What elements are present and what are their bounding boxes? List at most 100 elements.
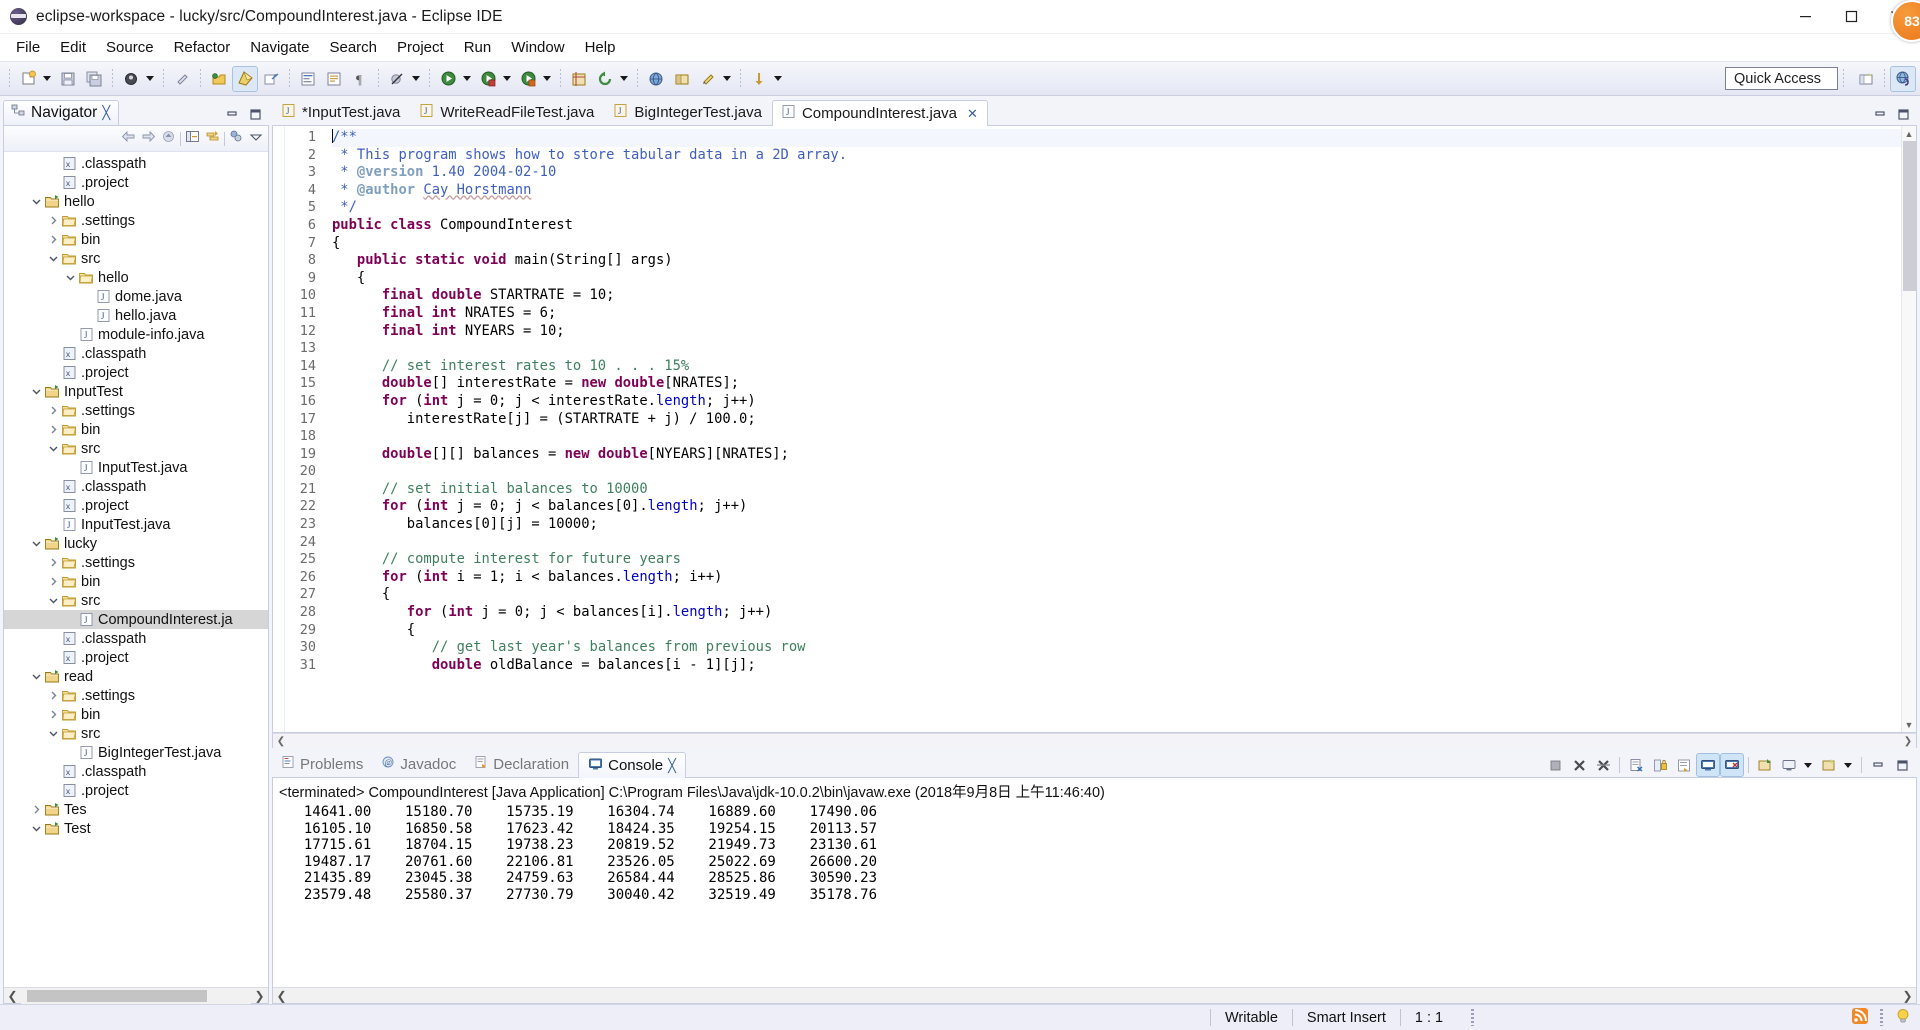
save-all-icon[interactable] xyxy=(82,67,106,91)
tree-item[interactable]: .settings xyxy=(4,686,268,705)
code-line[interactable]: for (int i = 1; i < balances.length; i++… xyxy=(332,569,1901,587)
minimize-button[interactable] xyxy=(1782,0,1828,34)
code-line[interactable]: for (int j = 0; j < balances[i].length; … xyxy=(332,604,1901,622)
tree-item[interactable]: .settings xyxy=(4,211,268,230)
pin-editor-icon[interactable] xyxy=(696,67,720,91)
code-line[interactable]: */ xyxy=(332,199,1901,217)
filters-icon[interactable] xyxy=(228,129,245,148)
code-line[interactable]: double oldBalance = balances[i - 1][j]; xyxy=(332,657,1901,675)
chevron-right-icon[interactable] xyxy=(46,211,60,230)
chevron-right-icon[interactable] xyxy=(46,230,60,249)
code-line[interactable]: * This program shows how to store tabula… xyxy=(332,147,1901,165)
code-line[interactable]: for (int j = 0; j < balances[0].length; … xyxy=(332,498,1901,516)
pin-editor-dropdown[interactable] xyxy=(721,67,733,91)
chevron-right-icon[interactable] xyxy=(46,553,60,572)
code-line[interactable]: interestRate[j] = (STARTRATE + j) / 100.… xyxy=(332,411,1901,429)
tab-console[interactable]: Console ╳ xyxy=(578,752,686,778)
menu-project[interactable]: Project xyxy=(387,35,454,61)
remove-launch-icon[interactable] xyxy=(1568,754,1590,776)
new-java-class-icon[interactable] xyxy=(232,65,258,92)
java-perspective-icon[interactable] xyxy=(644,67,668,91)
tree-item[interactable]: hello xyxy=(4,192,268,211)
code-line[interactable]: /** xyxy=(332,129,1901,147)
console-output[interactable]: 14641.00 15180.70 15735.19 16304.74 1688… xyxy=(273,804,1916,987)
external-tools-icon[interactable] xyxy=(259,67,283,91)
code-line[interactable]: public class CompoundInterest xyxy=(332,217,1901,235)
code-line[interactable]: for (int j = 0; j < interestRate.length;… xyxy=(332,393,1901,411)
tree-item[interactable]: bin xyxy=(4,705,268,724)
menu-navigate[interactable]: Navigate xyxy=(240,35,319,61)
tree-item[interactable]: bin xyxy=(4,230,268,249)
editor-tab[interactable]: J BigIntegerTest.java xyxy=(604,99,772,125)
chevron-down-icon[interactable] xyxy=(46,591,60,610)
scroll-left-icon[interactable]: ❮ xyxy=(273,734,289,749)
refresh-dropdown[interactable] xyxy=(618,67,630,91)
remove-all-terminated-icon[interactable] xyxy=(1592,754,1614,776)
chevron-down-icon[interactable] xyxy=(29,382,43,401)
tab-navigator[interactable]: Navigator ╳ xyxy=(3,100,120,125)
code-line[interactable]: // compute interest for future years xyxy=(332,551,1901,569)
forward-icon[interactable] xyxy=(140,129,157,148)
editor-tab[interactable]: J *InputTest.java xyxy=(272,99,410,125)
tree-item[interactable]: x .project xyxy=(4,363,268,382)
print-icon[interactable] xyxy=(170,67,194,91)
code-line[interactable]: { xyxy=(332,270,1901,288)
tree-item[interactable]: hello xyxy=(4,268,268,287)
view-menu-icon[interactable] xyxy=(248,129,264,148)
chevron-right-icon[interactable] xyxy=(46,705,60,724)
chevron-down-icon[interactable] xyxy=(1802,753,1814,777)
tree-item[interactable]: Jmodule-info.java xyxy=(4,325,268,344)
code-line[interactable]: double[][] balances = new double[NYEARS]… xyxy=(332,446,1901,464)
menu-source[interactable]: Source xyxy=(96,35,164,61)
coverage-icon[interactable] xyxy=(516,67,540,91)
menu-edit[interactable]: Edit xyxy=(50,35,96,61)
open-perspective-icon[interactable] xyxy=(670,67,694,91)
tree-item[interactable]: Jhello.java xyxy=(4,306,268,325)
show-console-on-output-icon[interactable] xyxy=(1696,753,1720,777)
code-line[interactable]: // get last year's balances from previou… xyxy=(332,639,1901,657)
tree-item[interactable]: J InputTest.java xyxy=(4,515,268,534)
code-text-area[interactable]: /** * This program shows how to store ta… xyxy=(332,126,1901,732)
tree-item[interactable]: src xyxy=(4,249,268,268)
menu-run[interactable]: Run xyxy=(454,35,502,61)
scroll-right-icon[interactable]: ❯ xyxy=(251,988,268,1004)
code-line[interactable]: { xyxy=(332,235,1901,253)
code-line[interactable]: * @author Cay Horstmann xyxy=(332,182,1901,200)
chevron-down-icon[interactable] xyxy=(46,249,60,268)
editor-vertical-scrollbar[interactable]: ▲ ▼ xyxy=(1901,126,1916,732)
close-icon[interactable]: ✕ xyxy=(967,106,978,122)
search-icon[interactable] xyxy=(322,67,346,91)
new-wizard-dropdown[interactable] xyxy=(41,67,53,91)
previous-annotation-dropdown[interactable] xyxy=(772,67,784,91)
menu-refactor[interactable]: Refactor xyxy=(164,35,241,61)
scroll-lock-icon[interactable] xyxy=(1649,754,1671,776)
debug-run-dropdown[interactable] xyxy=(501,67,513,91)
tree-item[interactable]: src xyxy=(4,591,268,610)
chevron-down-icon[interactable] xyxy=(1842,753,1854,777)
skip-breakpoints-icon[interactable] xyxy=(385,67,409,91)
save-icon[interactable] xyxy=(56,67,80,91)
editor-folding-bar[interactable] xyxy=(319,126,332,732)
open-perspective-icon[interactable] xyxy=(1854,67,1878,91)
menu-window[interactable]: Window xyxy=(501,35,574,61)
tree-item[interactable]: .settings xyxy=(4,401,268,420)
chevron-down-icon[interactable] xyxy=(29,819,43,838)
code-line[interactable]: final double STARTRATE = 10; xyxy=(332,287,1901,305)
maximize-view-icon[interactable] xyxy=(1896,108,1911,125)
tree-item[interactable]: src xyxy=(4,439,268,458)
new-java-package-icon[interactable] xyxy=(207,67,231,91)
tree-item[interactable]: J InputTest.java xyxy=(4,458,268,477)
code-line[interactable]: { xyxy=(332,622,1901,640)
code-line[interactable] xyxy=(332,534,1901,552)
tree-item[interactable]: x .classpath xyxy=(4,344,268,363)
tree-item[interactable]: J CompoundInterest.ja xyxy=(4,610,268,629)
scroll-right-icon[interactable]: ❯ xyxy=(1900,734,1916,749)
tree-item[interactable]: x .classpath xyxy=(4,762,268,781)
pilcrow-icon[interactable]: ¶ xyxy=(348,67,372,91)
menu-search[interactable]: Search xyxy=(319,35,387,61)
menu-help[interactable]: Help xyxy=(575,35,626,61)
tree-item[interactable]: x .classpath xyxy=(4,154,268,173)
word-wrap-icon[interactable] xyxy=(1673,754,1695,776)
terminate-icon[interactable] xyxy=(1544,754,1566,776)
code-line[interactable] xyxy=(332,428,1901,446)
